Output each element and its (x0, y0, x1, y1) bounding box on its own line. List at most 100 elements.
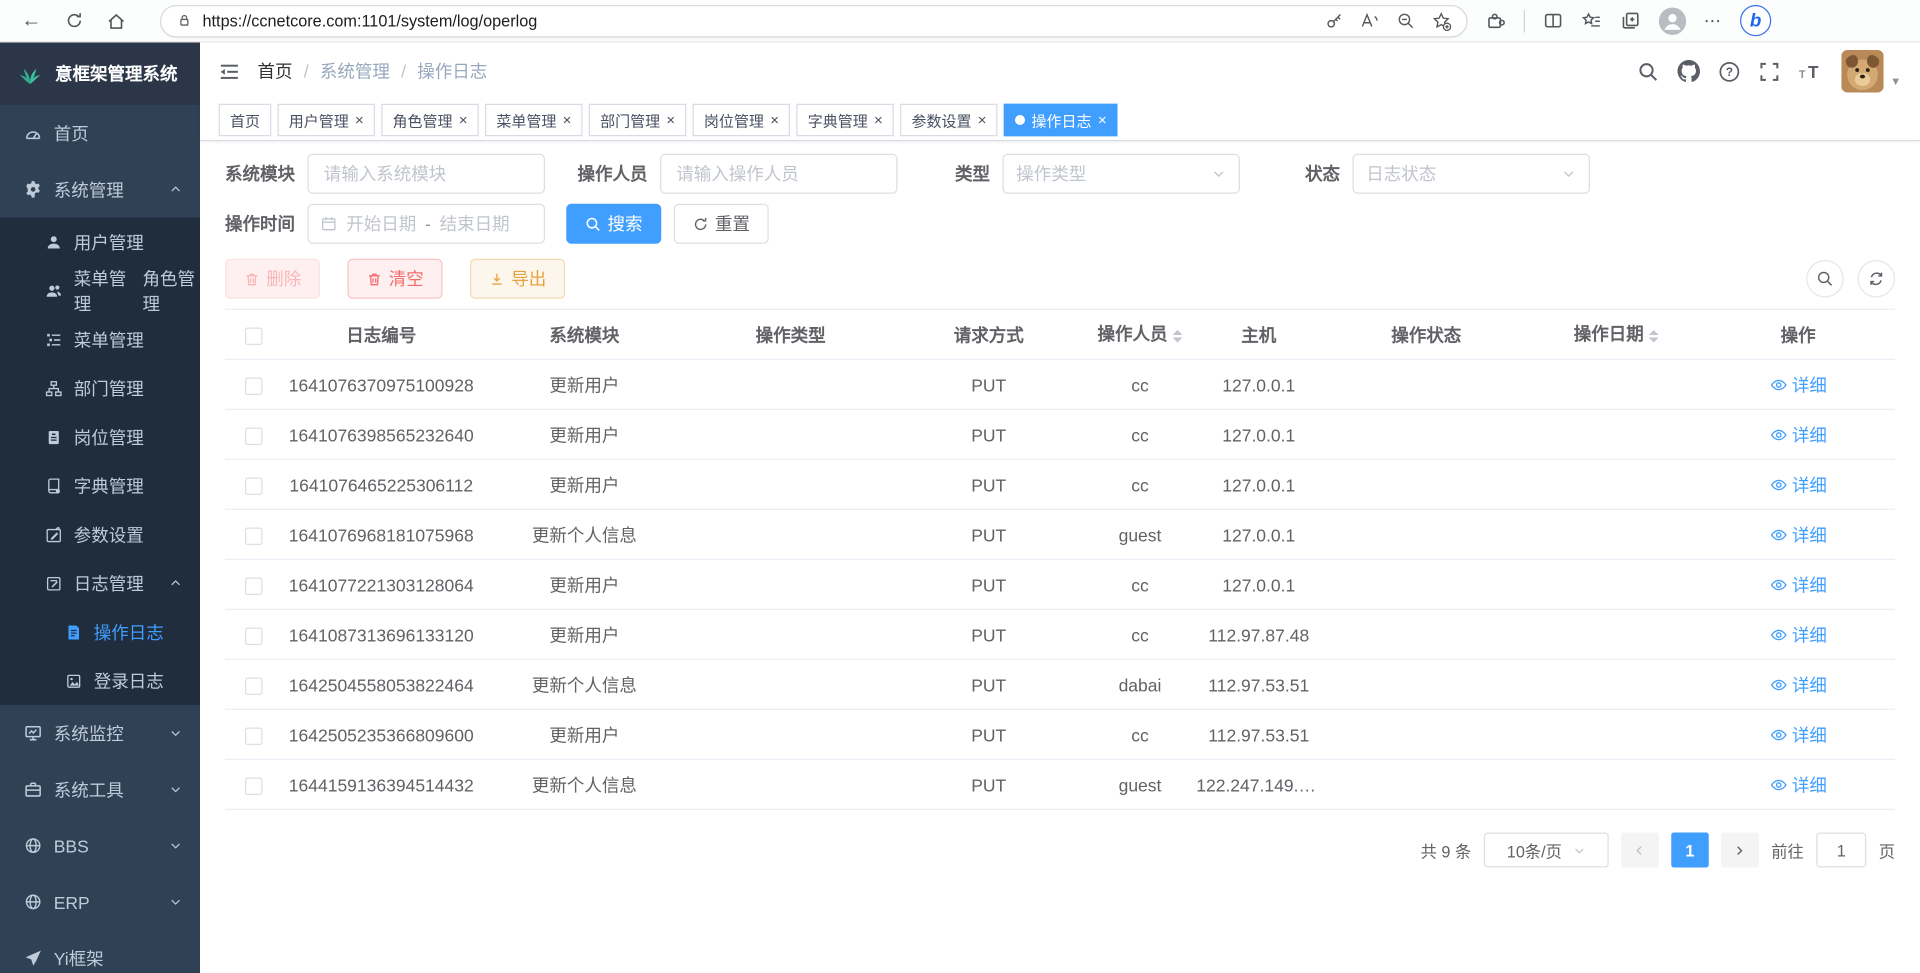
tab-menu-mgmt[interactable]: 菜单管理× (485, 104, 583, 137)
row-checkbox[interactable] (244, 777, 262, 795)
detail-link[interactable]: 详细 (1769, 472, 1827, 497)
sidebar-item-menu-mgmt[interactable]: 菜单管理 (0, 315, 200, 364)
collections-icon[interactable] (1620, 10, 1641, 31)
detail-link[interactable]: 详细 (1769, 522, 1827, 547)
page-number-button[interactable]: 1 (1671, 833, 1709, 868)
table-search-toggle-button[interactable] (1806, 260, 1844, 298)
tab-post-mgmt[interactable]: 岗位管理× (693, 104, 791, 137)
sidebar-item-bbs[interactable]: BBS (0, 818, 200, 874)
table-refresh-button[interactable] (1858, 260, 1896, 298)
sidebar-item-tools[interactable]: 系统工具 (0, 761, 200, 817)
bing-chat-icon[interactable]: b (1740, 5, 1771, 36)
reset-button[interactable]: 重置 (674, 204, 769, 244)
module-input[interactable] (308, 154, 546, 194)
row-checkbox[interactable] (244, 377, 262, 395)
sidebar-item-operation-log[interactable]: 操作日志 (0, 608, 200, 657)
tab-operation-log[interactable]: 操作日志× (1004, 104, 1118, 137)
page-size-select[interactable]: 10条/页 (1484, 833, 1609, 868)
tab-home[interactable]: 首页 (219, 104, 272, 137)
search-icon[interactable] (1638, 61, 1659, 82)
tab-close-icon[interactable]: × (1098, 113, 1107, 128)
browser-settings-icon[interactable]: ⋯ (1704, 10, 1723, 31)
row-checkbox[interactable] (244, 427, 262, 445)
col-date[interactable]: 操作日期 (1531, 322, 1701, 347)
goto-page-input[interactable] (1816, 833, 1866, 868)
clear-button[interactable]: 清空 (348, 259, 443, 299)
tab-close-icon[interactable]: × (666, 113, 675, 128)
tab-close-icon[interactable]: × (563, 113, 572, 128)
select-all-checkbox[interactable] (244, 327, 262, 345)
cell-operator: cc (1084, 574, 1197, 594)
export-button[interactable]: 导出 (470, 259, 565, 299)
font-size-icon[interactable]: TT (1799, 61, 1823, 82)
date-range-picker[interactable]: 开始日期 - 结束日期 (308, 204, 546, 244)
favorite-add-icon[interactable] (1431, 11, 1451, 31)
sidebar-item-yi-framework[interactable]: Yi框架 (0, 930, 200, 973)
sidebar-item-post-mgmt[interactable]: 岗位管理 (0, 413, 200, 462)
sidebar-toggle-button[interactable] (219, 61, 240, 82)
read-aloud-icon[interactable] (1360, 11, 1380, 30)
sidebar-item-role-mgmt[interactable]: 菜单管理 角色管理 (0, 266, 200, 315)
tab-close-icon[interactable]: × (355, 113, 364, 128)
sidebar-item-home[interactable]: 首页 (0, 105, 200, 161)
prev-page-button[interactable] (1621, 833, 1659, 868)
row-checkbox[interactable] (244, 577, 262, 595)
sidebar-item-dict-mgmt[interactable]: 字典管理 (0, 461, 200, 510)
address-bar[interactable]: https://ccnetcore.com:1101/system/log/op… (160, 4, 1468, 37)
type-select[interactable]: 操作类型 (1003, 154, 1241, 194)
sidebar-item-system[interactable]: 系统管理 (0, 161, 200, 217)
tab-dict-mgmt[interactable]: 字典管理× (796, 104, 894, 137)
tab-close-icon[interactable]: × (978, 113, 987, 128)
tab-dept-mgmt[interactable]: 部门管理× (589, 104, 687, 137)
row-checkbox[interactable] (244, 627, 262, 645)
tab-param-settings[interactable]: 参数设置× (900, 104, 998, 137)
avatar-caret-down-icon[interactable]: ▼ (1890, 75, 1901, 88)
browser-refresh-button[interactable] (58, 4, 91, 37)
sidebar-item-user-mgmt[interactable]: 用户管理 (0, 218, 200, 267)
tab-close-icon[interactable]: × (874, 113, 883, 128)
search-button[interactable]: 搜索 (566, 204, 661, 244)
next-page-button[interactable] (1721, 833, 1759, 868)
tab-user-mgmt[interactable]: 用户管理× (278, 104, 376, 137)
github-icon[interactable] (1678, 60, 1701, 83)
row-checkbox[interactable] (244, 477, 262, 495)
detail-link[interactable]: 详细 (1769, 772, 1827, 797)
detail-link[interactable]: 详细 (1769, 672, 1827, 697)
sidebar-item-monitor[interactable]: 系统监控 (0, 705, 200, 761)
password-key-icon[interactable] (1325, 11, 1344, 30)
sidebar-item-log-mgmt[interactable]: 日志管理 (0, 559, 200, 608)
detail-link[interactable]: 详细 (1769, 372, 1827, 397)
user-avatar[interactable] (1841, 50, 1884, 93)
breadcrumb-system[interactable]: 系统管理 (320, 59, 390, 84)
row-checkbox[interactable] (244, 527, 262, 545)
fullscreen-icon[interactable] (1759, 61, 1780, 82)
detail-link[interactable]: 详细 (1769, 422, 1827, 447)
tab-close-icon[interactable]: × (770, 113, 779, 128)
browser-profile-avatar[interactable] (1659, 7, 1687, 35)
col-operator[interactable]: 操作人员 (1084, 322, 1197, 347)
sidebar-item-param-settings[interactable]: 参数设置 (0, 510, 200, 559)
sort-icon[interactable] (1649, 325, 1659, 348)
extensions-icon[interactable] (1485, 10, 1506, 31)
tab-role-mgmt[interactable]: 角色管理× (381, 104, 479, 137)
browser-back-button[interactable]: ← (15, 4, 48, 37)
detail-link[interactable]: 详细 (1769, 622, 1827, 647)
operator-input[interactable] (660, 154, 898, 194)
delete-button[interactable]: 删除 (225, 259, 320, 299)
sort-icon[interactable] (1173, 325, 1183, 348)
help-icon[interactable]: ? (1719, 61, 1740, 82)
sidebar-item-erp[interactable]: ERP (0, 874, 200, 930)
breadcrumb-home[interactable]: 首页 (258, 59, 293, 84)
sidebar-item-dept-mgmt[interactable]: 部门管理 (0, 364, 200, 413)
row-checkbox[interactable] (244, 727, 262, 745)
favorites-bar-icon[interactable] (1581, 10, 1602, 31)
status-select[interactable]: 日志状态 (1353, 154, 1591, 194)
split-screen-icon[interactable] (1543, 10, 1564, 31)
tab-close-icon[interactable]: × (459, 113, 468, 128)
row-checkbox[interactable] (244, 677, 262, 695)
detail-link[interactable]: 详细 (1769, 722, 1827, 747)
sidebar-item-login-log[interactable]: 登录日志 (0, 656, 200, 705)
zoom-out-icon[interactable] (1396, 11, 1415, 30)
browser-home-button[interactable] (100, 4, 133, 37)
detail-link[interactable]: 详细 (1769, 572, 1827, 597)
